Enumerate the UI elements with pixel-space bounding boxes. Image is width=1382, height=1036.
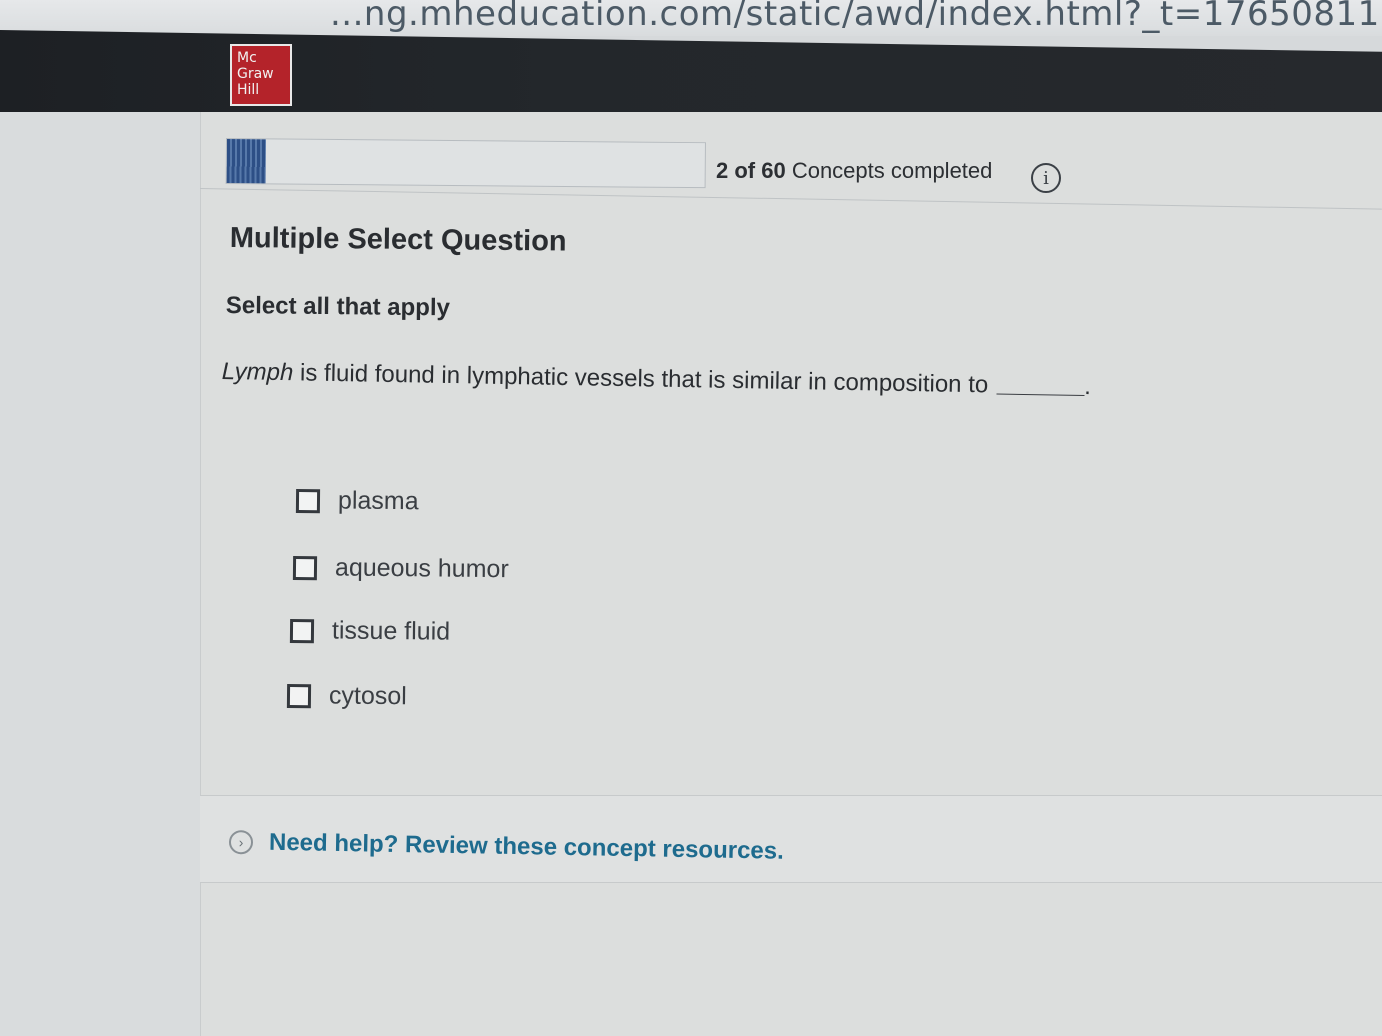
checkbox[interactable] [295, 488, 321, 513]
left-margin [0, 112, 200, 1036]
answer-blank [996, 393, 1085, 397]
question-end-punct: . [1083, 373, 1092, 401]
question-term: Lymph [221, 358, 294, 387]
info-icon[interactable]: i [1031, 163, 1061, 193]
checkbox[interactable] [286, 683, 312, 708]
chevron-right-circle-icon: › [228, 830, 254, 855]
option-label: plasma [337, 486, 419, 516]
option-label: cytosol [328, 681, 407, 711]
browser-address-bar[interactable]: ...ng.mheducation.com/static/awd/index.h… [0, 0, 1382, 36]
progress-label-suffix: Concepts completed [791, 158, 993, 183]
progress-label: 2 of 60 Concepts completed [716, 158, 992, 184]
question-instruction: Select all that apply [225, 292, 451, 322]
option-label: aqueous humor [334, 553, 509, 584]
progress-bar-fill [226, 139, 267, 184]
option-plasma[interactable]: plasma [295, 486, 419, 516]
progress-bar [225, 138, 706, 189]
url-text: ...ng.mheducation.com/static/awd/index.h… [330, 0, 1382, 34]
option-aqueous-humor[interactable]: aqueous humor [292, 553, 509, 584]
checkbox[interactable] [289, 618, 315, 643]
option-tissue-fluid[interactable]: tissue fluid [289, 616, 451, 647]
mcgraw-hill-logo: Mc Graw Hill [230, 44, 292, 106]
option-cytosol[interactable]: cytosol [286, 681, 407, 711]
option-label: tissue fluid [331, 616, 451, 646]
question-type-heading: Multiple Select Question [229, 222, 567, 258]
checkbox[interactable] [292, 555, 318, 580]
progress-count: 2 of 60 [716, 158, 786, 183]
